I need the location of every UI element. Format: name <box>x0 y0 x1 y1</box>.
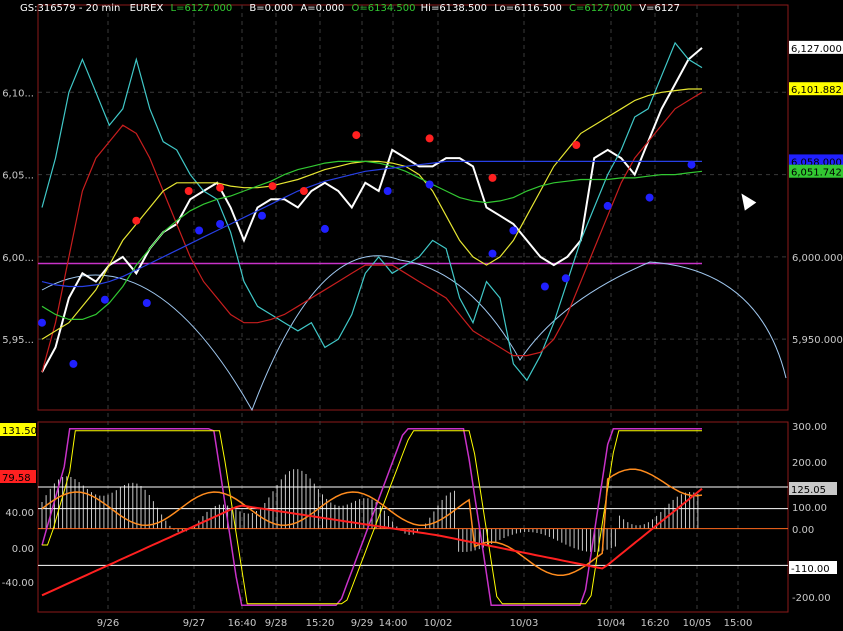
blue-dot-marker <box>38 318 46 327</box>
x-tick-label: 9/29 <box>351 618 373 629</box>
red-dot-marker <box>216 183 225 192</box>
x-tick-label: 10/03 <box>510 618 539 629</box>
x-tick-label: 10/02 <box>424 618 453 629</box>
blue-dot-marker <box>69 359 78 368</box>
header-bid: B=0.000 <box>249 3 294 14</box>
oscillator-left-badge-label: 131.50 <box>2 426 37 437</box>
price-badge-label: 6,127.000 <box>791 44 842 55</box>
left-y-tick-label: 6,00... <box>2 253 34 264</box>
header-open: O=6134.500 <box>351 3 416 14</box>
x-tick-label: 16:20 <box>641 618 670 629</box>
header-bar: GS:316579 - 20 min EUREX L=6127.000 B=0.… <box>20 3 680 17</box>
header-high: Hi=6138.500 <box>420 3 488 14</box>
blue-dot-marker <box>645 193 654 202</box>
blue-dot-marker <box>603 201 612 210</box>
blue-dot-marker <box>142 299 151 307</box>
blue-dot-marker <box>216 220 225 228</box>
oscillator-right-badge-label: 125.05 <box>791 485 826 496</box>
price-badge-label: 6,051.742 <box>791 168 842 179</box>
oscillator-panel-frame <box>37 421 789 613</box>
header-last: L=6127.000 <box>170 3 233 14</box>
blue-dot-marker <box>687 160 696 169</box>
x-tick-label: 14:00 <box>379 618 408 629</box>
blue-dot-marker <box>488 249 497 258</box>
left-y-tick-label: 6,05... <box>2 171 34 182</box>
red-dot-marker <box>352 131 361 140</box>
blue-dot-marker <box>258 211 266 220</box>
x-tick-label: 9/26 <box>97 618 119 629</box>
x-tick-label: 16:40 <box>228 618 257 629</box>
oscillator-right-tick-label: -200.00 <box>792 593 831 604</box>
red-dot-marker <box>132 216 141 225</box>
red-dot-marker <box>572 141 581 149</box>
chart-canvas: 9/26 9/27 16:40 9/28 15:20 9/29 14:00 10/02 10/0… <box>0 4 843 629</box>
blue-dot-marker <box>509 226 518 235</box>
blue-dot-marker <box>195 226 204 235</box>
x-tick-label: 15:00 <box>724 618 753 629</box>
blue-dot-marker <box>425 180 434 189</box>
oscillator-right-tick-label: 100.00 <box>792 503 827 514</box>
header-symbol: GS:316579 - 20 min <box>20 3 121 14</box>
series-red-line <box>41 91 703 373</box>
x-tick-label: 10/05 <box>683 618 712 629</box>
oscillator-left-badge-label: 79.58 <box>2 473 31 484</box>
oscillator-right-badge-label: -110.00 <box>791 564 830 575</box>
red-dot-marker <box>299 187 308 195</box>
left-y-tick-label: 5,95... <box>2 335 34 346</box>
red-dot-marker <box>425 134 434 143</box>
oscillator-right-tick-label: 300.00 <box>792 422 827 433</box>
oscillator-left-tick-label: 0.00 <box>12 544 34 555</box>
red-dot-marker <box>184 187 193 195</box>
x-tick-label: 10/04 <box>597 618 626 629</box>
x-tick-label: 15:20 <box>306 618 335 629</box>
header-volume: V=6127 <box>639 3 680 14</box>
oscillator-right-tick-label: 0.00 <box>792 525 814 536</box>
x-tick-label: 9/27 <box>183 618 205 629</box>
blue-dot-marker <box>100 295 109 304</box>
series-cyan-line <box>41 41 703 382</box>
series-blue-line <box>41 160 702 288</box>
blue-dot-marker <box>561 274 570 283</box>
blue-dot-marker <box>540 282 549 291</box>
series-price-line <box>41 47 703 373</box>
left-y-tick-label: 6,10... <box>2 88 34 99</box>
blue-dot-marker <box>320 224 329 233</box>
right-y-tick-label: 6,000.000 <box>792 253 843 264</box>
header-close: C=6127.000 <box>569 3 633 14</box>
right-y-tick-label: 5,950.000 <box>792 335 843 346</box>
header-low: Lo=6116.500 <box>494 3 562 14</box>
blue-dot-marker <box>383 187 392 195</box>
red-dot-marker <box>488 173 497 182</box>
header-exchange: EUREX <box>129 3 164 14</box>
oscillator-left-tick-label: -40.00 <box>2 578 34 589</box>
oscillator-right-tick-label: 200.00 <box>792 458 827 469</box>
series-yellow-line <box>41 88 702 340</box>
x-tick-label: 9/28 <box>265 618 287 629</box>
header-ask: A=0.000 <box>300 3 345 14</box>
price-badge-label: 6,101.882 <box>791 85 842 96</box>
oscillator-left-tick-label: 40.00 <box>5 508 34 519</box>
red-dot-marker <box>268 182 277 191</box>
